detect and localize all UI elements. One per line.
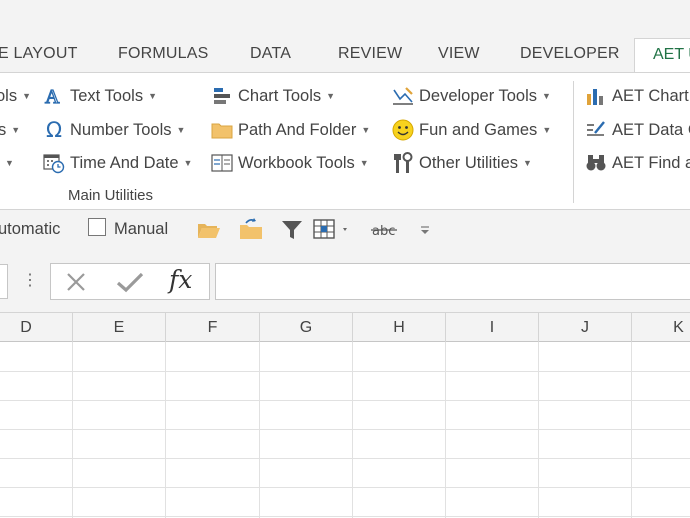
- text-tools-button[interactable]: A Text Tools ▼: [42, 83, 157, 109]
- tab-aet-utilities[interactable]: AET U: [634, 38, 690, 73]
- bar-chart-icon: [584, 84, 608, 108]
- cancel-icon[interactable]: [63, 270, 89, 294]
- enter-check-icon[interactable]: [115, 270, 145, 294]
- tab-formulas[interactable]: FORMULAS: [118, 45, 209, 63]
- column-header[interactable]: F: [166, 313, 260, 343]
- open-folder-icon[interactable]: [196, 218, 222, 242]
- filter-icon[interactable]: [280, 218, 304, 242]
- partial-tools-button-3[interactable]: ▼: [0, 150, 14, 176]
- name-box[interactable]: [0, 264, 8, 299]
- table-select-icon[interactable]: [312, 217, 352, 241]
- column-header[interactable]: D: [0, 313, 73, 343]
- omega-icon: Ω: [45, 118, 63, 142]
- developer-tools-button[interactable]: Developer Tools ▼: [391, 83, 551, 109]
- aet-data-button[interactable]: AET Data C: [584, 117, 690, 143]
- row-line: [0, 458, 690, 459]
- group-separator: [573, 81, 574, 203]
- row-line: [0, 371, 690, 372]
- chevron-down-icon: ▼: [361, 125, 371, 135]
- path-and-folder-button[interactable]: Path And Folder ▼: [210, 117, 370, 143]
- chevron-down-icon: ▼: [11, 125, 21, 135]
- chevron-down-icon: ▼: [5, 158, 14, 168]
- aet-find-button[interactable]: AET Find a: [584, 150, 690, 176]
- tab-aet-utilities-label: AET U: [653, 46, 690, 63]
- row-line: [0, 400, 690, 401]
- ribbon-panel: ols▼ s▼ ▼ A Text Tools▼ Ω Number Tools▼ …: [0, 72, 690, 210]
- chevron-down-icon: ▼: [326, 91, 336, 101]
- number-tools-button[interactable]: Ω Number Tools ▼: [42, 117, 185, 143]
- row-line: [0, 429, 690, 430]
- other-utilities-button[interactable]: Other Utilities ▼: [391, 150, 532, 176]
- column-line: [259, 342, 260, 518]
- column-line: [445, 342, 446, 518]
- column-line: [631, 342, 632, 518]
- automatic-calc-option[interactable]: utomatic: [0, 220, 60, 239]
- data-edit-icon: [584, 118, 608, 142]
- chevron-down-icon: ▼: [542, 125, 552, 135]
- column-header[interactable]: I: [446, 313, 539, 343]
- svg-text:A: A: [45, 86, 60, 107]
- aet-chart-button[interactable]: AET Chart: [584, 83, 689, 109]
- manual-calc-label: Manual: [114, 220, 169, 238]
- row-line: [0, 487, 690, 488]
- chart-tools-button[interactable]: Chart Tools ▼: [210, 83, 335, 109]
- column-header[interactable]: J: [539, 313, 632, 343]
- tab-view[interactable]: VIEW: [438, 45, 480, 63]
- fun-and-games-button[interactable]: Fun and Games ▼: [391, 117, 551, 143]
- workbook-icon: [210, 151, 234, 175]
- column-header[interactable]: K: [632, 313, 690, 343]
- tab-developer[interactable]: DEVELOPER: [520, 45, 620, 63]
- strikethrough-icon[interactable]: abc: [370, 218, 398, 242]
- tab-page-layout[interactable]: E LAYOUT: [0, 45, 78, 63]
- column-header[interactable]: E: [73, 313, 166, 343]
- time-and-date-button[interactable]: Time And Date ▼: [42, 150, 192, 176]
- column-line: [352, 342, 353, 518]
- column-line: [538, 342, 539, 518]
- row-line: [0, 516, 690, 517]
- tab-data[interactable]: DATA: [250, 45, 291, 63]
- folder-icon: [210, 118, 234, 142]
- folder-refresh-icon[interactable]: [238, 216, 264, 242]
- chevron-down-icon: ▼: [359, 158, 369, 168]
- binoculars-icon: [584, 151, 608, 175]
- group-label-main-utilities: Main Utilities: [68, 187, 154, 204]
- tools-icon: [391, 151, 415, 175]
- column-line: [165, 342, 166, 518]
- more-options-icon[interactable]: ⋮: [22, 270, 38, 290]
- ribbon-tab-bar: E LAYOUT FORMULAS DATA REVIEW VIEW DEVEL…: [0, 0, 690, 73]
- column-line: [72, 342, 73, 518]
- column-header[interactable]: G: [260, 313, 353, 343]
- chevron-down-icon: ▼: [148, 91, 157, 101]
- chevron-down-icon: ▼: [22, 91, 32, 101]
- calendar-clock-icon: [42, 151, 66, 175]
- chevron-down-icon: ▼: [542, 91, 551, 101]
- chevron-down-icon: ▼: [183, 158, 193, 168]
- formula-input[interactable]: [215, 263, 690, 300]
- partial-tools-button-1[interactable]: ols▼: [0, 83, 31, 109]
- insert-function-button[interactable]: fx: [169, 265, 192, 294]
- chevron-down-icon: ▼: [176, 125, 186, 135]
- developer-tools-icon: [391, 84, 415, 108]
- customize-toolbar-icon[interactable]: [418, 220, 432, 240]
- svg-text:abc: abc: [372, 224, 395, 239]
- chart-icon: [210, 84, 234, 108]
- worksheet-grid[interactable]: [0, 342, 690, 518]
- partial-tools-button-2[interactable]: s▼: [0, 117, 20, 143]
- chevron-down-icon: ▼: [523, 158, 532, 168]
- column-headers: D E F G H I J K: [0, 312, 690, 343]
- text-tools-icon: A: [42, 84, 66, 108]
- formula-actions: fx: [50, 263, 210, 300]
- manual-calc-checkbox[interactable]: [88, 218, 106, 236]
- tab-review[interactable]: REVIEW: [338, 45, 402, 63]
- column-header[interactable]: H: [353, 313, 446, 343]
- smiley-icon: [391, 118, 415, 142]
- workbook-tools-button[interactable]: Workbook Tools ▼: [210, 150, 369, 176]
